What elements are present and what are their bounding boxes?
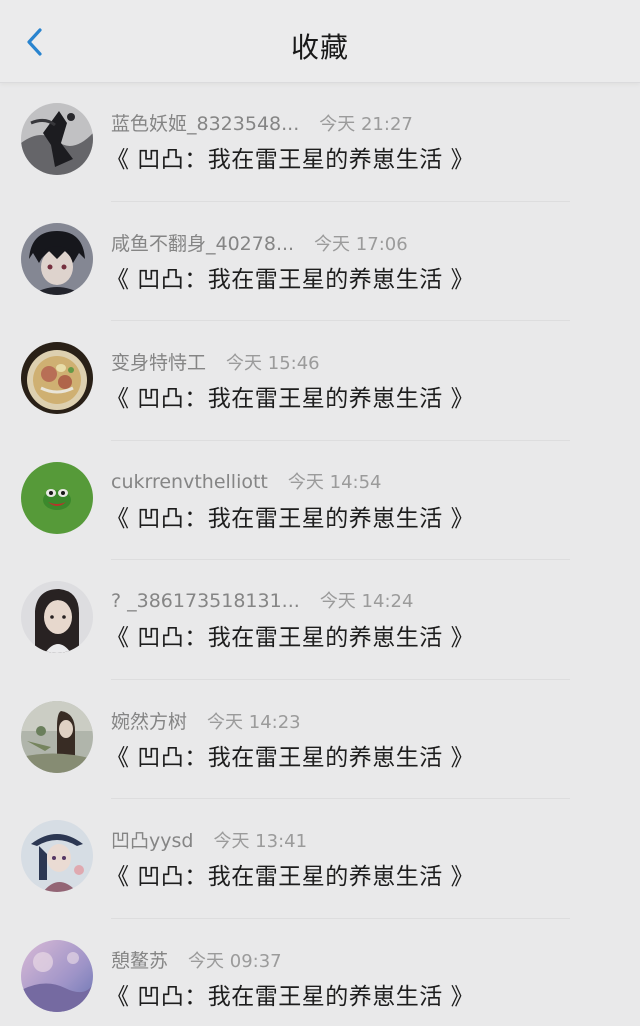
- work-title[interactable]: 《 凹凸：我在雷王星的养崽生活 》: [106, 857, 474, 891]
- user-name[interactable]: 咸鱼不翻身_40278...: [111, 233, 294, 255]
- girl-photo-avatar[interactable]: [21, 581, 93, 653]
- item-meta: cukrrenvthelliott 今天 14:54: [111, 468, 382, 494]
- timestamp: 今天 14:23: [207, 711, 301, 733]
- green-frog-avatar[interactable]: [21, 461, 93, 534]
- list-item[interactable]: cukrrenvthelliott 今天 14:54 《 凹凸：我在雷王星的养崽生…: [0, 441, 640, 560]
- list-item[interactable]: 憩鳌苏 今天 09:37 《 凹凸：我在雷王星的养崽生活 》: [0, 919, 640, 1026]
- work-title[interactable]: 《 凹凸：我在雷王星的养崽生活 》: [106, 977, 474, 1011]
- list-item[interactable]: 凹凸yysd 今天 13:41 《 凹凸：我在雷王星的养崽生活 》: [0, 799, 640, 919]
- purple-sky-avatar[interactable]: [21, 939, 93, 1012]
- ramen-bowl-avatar[interactable]: [21, 342, 93, 414]
- work-title[interactable]: 《 凹凸：我在雷王星的养崽生活 》: [106, 260, 474, 294]
- user-name[interactable]: ? _386173518131...: [111, 590, 300, 612]
- timestamp: 今天 17:06: [314, 233, 408, 255]
- dark-ink-art-avatar[interactable]: [21, 103, 93, 175]
- anime-boy-avatar[interactable]: [21, 222, 93, 295]
- item-meta: 变身特恃工 今天 15:46: [111, 348, 320, 375]
- timestamp: 今天 14:54: [287, 471, 382, 493]
- list-item[interactable]: 蓝色妖姬_8323548... 今天 21:27 《 凹凸：我在雷王星的养崽生活 …: [0, 82, 640, 202]
- item-meta: 咸鱼不翻身_40278... 今天 17:06: [111, 229, 408, 256]
- work-title[interactable]: 《 凹凸：我在雷王星的养崽生活 》: [106, 499, 474, 533]
- user-name[interactable]: 憩鳌苏: [111, 950, 168, 972]
- list-item[interactable]: 变身特恃工 今天 15:46 《 凹凸：我在雷王星的养崽生活 》: [0, 321, 640, 441]
- item-meta: 凹凸yysd 今天 13:41: [111, 826, 307, 853]
- work-title[interactable]: 《 凹凸：我在雷王星的养崽生活 》: [106, 618, 474, 652]
- list-item[interactable]: ? _386173518131... 今天 14:24 《 凹凸：我在雷王星的养崽…: [0, 560, 640, 680]
- timestamp: 今天 15:46: [226, 353, 320, 374]
- user-name[interactable]: 蓝色妖姬_8323548...: [111, 113, 299, 135]
- user-name[interactable]: 婉然方树: [111, 711, 187, 733]
- favorites-list: 蓝色妖姬_8323548... 今天 21:27 《 凹凸：我在雷王星的养崽生活 …: [0, 82, 640, 1026]
- page-title: 收藏: [290, 31, 349, 64]
- top-bar: 收藏: [0, 0, 640, 83]
- list-item[interactable]: 婉然方树 今天 14:23 《 凹凸：我在雷王星的养崽生活 》: [0, 680, 640, 799]
- item-meta: 婉然方树 今天 14:23: [111, 707, 301, 734]
- work-title[interactable]: 《 凹凸：我在雷王星的养崽生活 》: [106, 738, 474, 772]
- user-name[interactable]: cukrrenvthelliott: [111, 471, 268, 493]
- list-item[interactable]: 咸鱼不翻身_40278... 今天 17:06 《 凹凸：我在雷王星的养崽生活 》: [0, 202, 640, 321]
- favorites-page: 收藏 蓝色妖姬_8323548... 今天 21:27 《 凹凸：我在雷王星的养崽…: [0, 0, 640, 1026]
- item-meta: ? _386173518131... 今天 14:24: [111, 587, 413, 613]
- user-name[interactable]: 变身特恃工: [111, 352, 206, 374]
- timestamp: 今天 14:24: [319, 591, 414, 612]
- work-title[interactable]: 《 凹凸：我在雷王星的养崽生活 》: [106, 140, 474, 174]
- work-title[interactable]: 《 凹凸：我在雷王星的养崽生活 》: [106, 379, 474, 413]
- timestamp: 今天 13:41: [213, 831, 308, 852]
- item-meta: 蓝色妖姬_8323548... 今天 21:27: [111, 109, 413, 136]
- anime-character-avatar[interactable]: [21, 820, 93, 892]
- timestamp: 今天 09:37: [188, 950, 282, 972]
- user-name[interactable]: 凹凸yysd: [111, 830, 193, 852]
- illustration-avatar[interactable]: [21, 700, 93, 773]
- item-meta: 憩鳌苏 今天 09:37: [111, 946, 282, 973]
- timestamp: 今天 21:27: [319, 114, 413, 135]
